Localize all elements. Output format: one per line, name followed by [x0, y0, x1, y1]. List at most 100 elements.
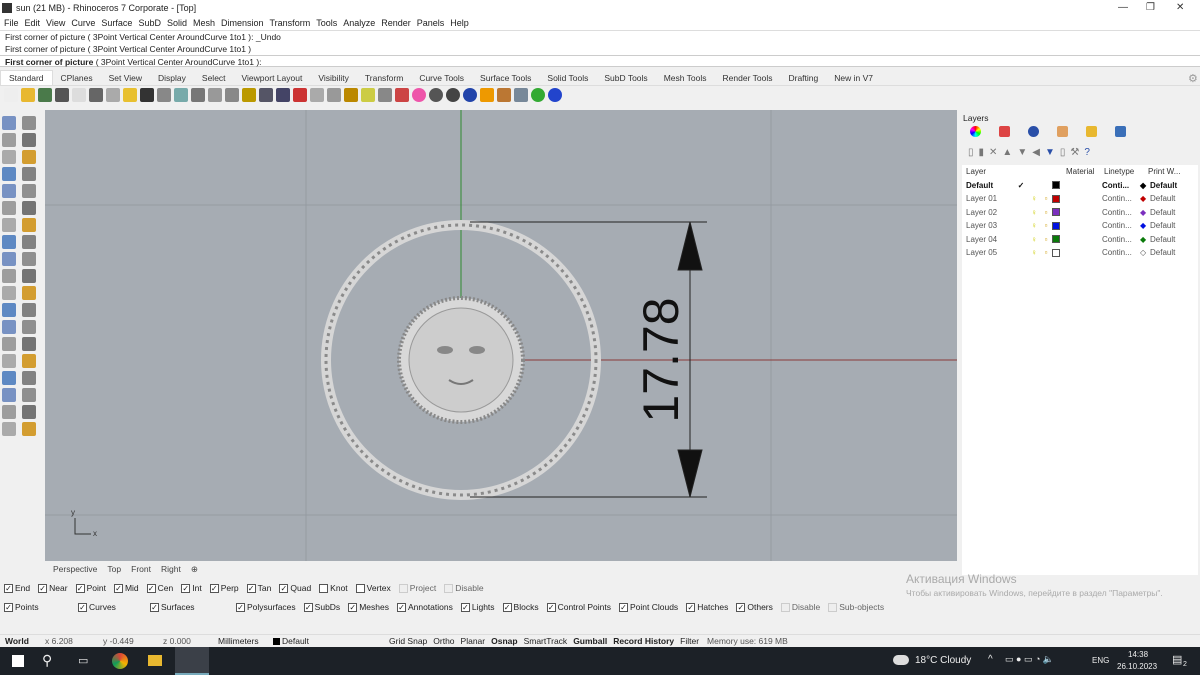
print-width-cell[interactable]: Default [1150, 248, 1175, 257]
language-indicator[interactable]: ENG [1092, 656, 1109, 665]
linetype-cell[interactable]: Contin... [1102, 235, 1140, 244]
checkbox-end[interactable]: ✓ End [4, 583, 30, 593]
fillet-icon[interactable] [22, 252, 36, 266]
rendered-icon[interactable] [446, 88, 460, 102]
color-wheel-icon[interactable] [412, 88, 426, 102]
linetype-cell[interactable]: Contin... [1102, 221, 1140, 230]
print-color-diamond-icon[interactable]: ◆ [1140, 235, 1150, 244]
filter-icon[interactable]: ▼ [1045, 147, 1055, 158]
print-icon[interactable] [55, 88, 69, 102]
toggle-planar[interactable]: Planar [458, 636, 489, 646]
add-viewport-icon[interactable]: ⊕ [187, 564, 202, 575]
layer-name[interactable]: Layer 04 [962, 235, 1014, 244]
settings-gear-icon[interactable] [497, 88, 511, 102]
menu-analyze[interactable]: Analyze [343, 18, 375, 28]
windows-start-icon[interactable] [12, 655, 24, 667]
tab-select[interactable]: Select [194, 73, 234, 83]
tab-new-in-v7[interactable]: New in V7 [826, 73, 881, 83]
cylinder-icon[interactable] [2, 235, 16, 249]
linetype-cell[interactable]: Contin... [1102, 194, 1140, 203]
text-icon[interactable] [2, 320, 16, 334]
paste-icon[interactable] [123, 88, 137, 102]
layer-name[interactable]: Layer 05 [962, 248, 1014, 257]
layer-row[interactable]: Layer 03 ♀ ▫ Contin... ◆ Default [962, 219, 1198, 233]
layer-name[interactable]: Layer 01 [962, 194, 1014, 203]
transform-icon[interactable] [22, 371, 36, 385]
properties-tab-icon[interactable] [1057, 126, 1068, 137]
import-icon[interactable] [72, 88, 86, 102]
viewport-top[interactable]: 17.78 y x [45, 110, 957, 561]
checkbox-box[interactable]: ✓ [75, 583, 85, 593]
layer-row[interactable]: Layer 04 ♀ ▫ Contin... ◆ Default [962, 233, 1198, 247]
spiral-icon[interactable] [22, 184, 36, 198]
print-width-cell[interactable]: Default [1150, 221, 1175, 230]
visibility-bulb-icon[interactable]: ♀ [1028, 194, 1040, 203]
menu-render[interactable]: Render [381, 18, 411, 28]
blend-icon[interactable] [22, 303, 36, 317]
layer-name[interactable]: Layer 03 [962, 221, 1014, 230]
checkbox-cen[interactable]: ✓ Cen [146, 583, 173, 593]
checkbox-box[interactable]: ✓ [618, 602, 628, 612]
tab-viewport-layout[interactable]: Viewport Layout [234, 73, 311, 83]
checkbox-knot[interactable]: Knot [319, 583, 348, 593]
checkbox-vertex[interactable]: Vertex [355, 583, 391, 593]
command-prompt[interactable]: First corner of picture ( 3Point Vertica… [0, 55, 1200, 67]
checkbox-near[interactable]: ✓ Near [38, 583, 68, 593]
menu-subd[interactable]: SubD [138, 18, 161, 28]
light-icon[interactable] [22, 405, 36, 419]
mesh-icon[interactable] [2, 354, 16, 368]
point-icon[interactable] [2, 184, 16, 198]
circle-icon[interactable] [2, 150, 16, 164]
spiral2-icon[interactable] [22, 422, 36, 436]
toggle-filter[interactable]: Filter [677, 636, 702, 646]
lock-icon[interactable] [378, 88, 392, 102]
units[interactable]: Millimeters [213, 636, 268, 646]
checkbox-polysurfaces[interactable]: ✓ Polysurfaces [236, 602, 296, 612]
menu-solid[interactable]: Solid [167, 18, 187, 28]
weather-icon[interactable] [893, 655, 909, 665]
display-tab-icon[interactable] [1115, 126, 1126, 137]
linetype-cell[interactable]: Contin... [1102, 208, 1140, 217]
viewport-tab-right[interactable]: Right [157, 564, 185, 574]
shaded-icon[interactable] [429, 88, 443, 102]
menu-file[interactable]: File [4, 18, 19, 28]
menu-surface[interactable]: Surface [101, 18, 132, 28]
viewport-tab-top[interactable]: Top [103, 564, 125, 574]
globe-icon[interactable] [531, 88, 545, 102]
linetype-cell[interactable]: Contin... [1102, 248, 1140, 257]
viewport-tab-perspective[interactable]: Perspective [49, 564, 101, 574]
lock-icon[interactable]: ▫ [1040, 221, 1052, 230]
ellipse-icon[interactable] [22, 150, 36, 164]
color-tab-icon[interactable] [970, 126, 981, 137]
undo-view-icon[interactable] [259, 88, 273, 102]
checkbox-mid[interactable]: ✓ Mid [113, 583, 139, 593]
zoom-selected-icon[interactable] [242, 88, 256, 102]
lock-icon[interactable]: ▫ [1040, 208, 1052, 217]
checkbox-box[interactable]: ✓ [246, 583, 256, 593]
checkbox-project[interactable]: Project [398, 583, 436, 593]
checkbox-box[interactable] [355, 583, 365, 593]
minimize-button[interactable]: — [1118, 2, 1128, 13]
lock-icon[interactable]: ▫ [1040, 248, 1052, 257]
menu-mesh[interactable]: Mesh [193, 18, 215, 28]
layer-name[interactable]: Default [962, 181, 1014, 190]
checkbox-others[interactable]: ✓ Others [736, 602, 773, 612]
split-icon[interactable] [2, 269, 16, 283]
render-icon[interactable] [2, 405, 16, 419]
tray-chevron-icon[interactable]: ^ [988, 654, 993, 665]
layer-row[interactable]: Default ✓ Conti... ◆ Default [962, 179, 1198, 193]
layer-color-swatch[interactable] [1052, 235, 1060, 244]
checkbox-box[interactable]: ✓ [4, 583, 13, 593]
viewport-tab-front[interactable]: Front [127, 564, 155, 574]
checkbox-box[interactable]: ✓ [113, 583, 123, 593]
checkbox-point-clouds[interactable]: ✓ Point Clouds [618, 602, 678, 612]
layer-color-swatch[interactable] [1052, 194, 1060, 203]
grid-icon[interactable] [2, 371, 16, 385]
print-color-diamond-icon[interactable]: ◆ [1140, 208, 1150, 217]
print-width-cell[interactable]: Default [1150, 208, 1175, 217]
move-parent-icon[interactable]: ◀ [1032, 147, 1040, 158]
tab-cplanes[interactable]: CPlanes [53, 73, 101, 83]
current-layer[interactable]: Default [268, 636, 386, 646]
checkbox-box[interactable]: ✓ [4, 602, 13, 612]
col-layer[interactable]: Layer [962, 167, 1066, 176]
